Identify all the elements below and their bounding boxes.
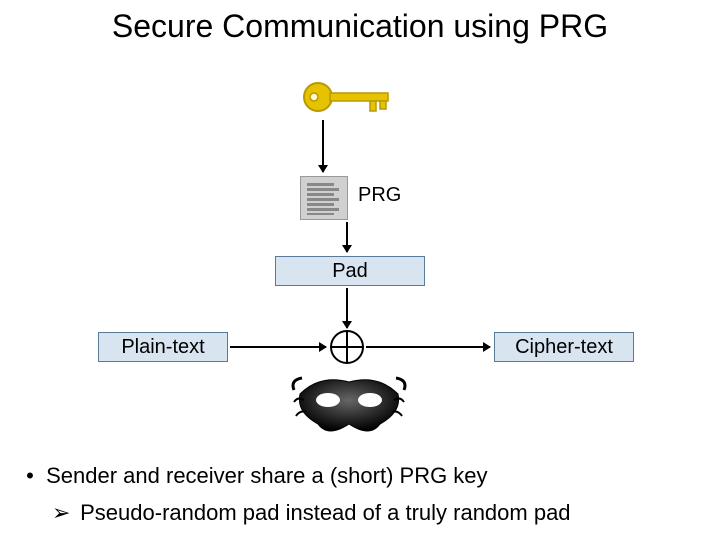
ciphertext-box: Cipher-text bbox=[494, 332, 634, 362]
slide-title: Secure Communication using PRG bbox=[0, 8, 720, 45]
plaintext-box: Plain-text bbox=[98, 332, 228, 362]
prg-label: PRG bbox=[358, 184, 401, 207]
arrow-key-to-prg bbox=[322, 120, 324, 172]
ciphertext-label: Cipher-text bbox=[515, 336, 613, 358]
pad-label: Pad bbox=[332, 260, 368, 282]
sub-bullet-1: ➢ Pseudo-random pad instead of a truly r… bbox=[52, 500, 700, 526]
arrow-prg-to-pad bbox=[346, 222, 348, 252]
arrowhead-icon: ➢ bbox=[52, 500, 74, 526]
pad-box: Pad bbox=[275, 256, 425, 286]
plaintext-label: Plain-text bbox=[121, 336, 204, 358]
xor-icon bbox=[330, 330, 364, 364]
bullet-dot-icon: • bbox=[20, 462, 40, 491]
key-icon bbox=[300, 76, 400, 118]
prg-box-icon bbox=[300, 176, 348, 220]
bullet-1: • Sender and receiver share a (short) PR… bbox=[20, 462, 700, 491]
arrow-plain-to-xor bbox=[230, 346, 326, 348]
arrow-xor-to-cipher bbox=[366, 346, 490, 348]
bullet-1-text: Sender and receiver share a (short) PRG … bbox=[46, 463, 487, 488]
slide: Secure Communication using PRG PRG Pad P… bbox=[0, 0, 720, 540]
mask-icon bbox=[290, 372, 408, 442]
arrow-pad-to-xor bbox=[346, 288, 348, 328]
sub-bullet-1-text: Pseudo-random pad instead of a truly ran… bbox=[80, 500, 570, 525]
